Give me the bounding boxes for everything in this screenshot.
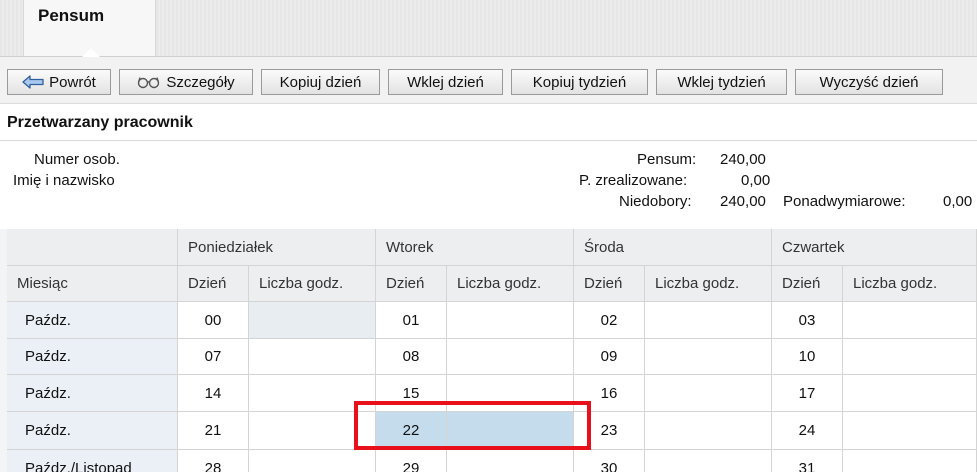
hours-cell[interactable] — [843, 450, 977, 472]
day-header-monday: Poniedziałek — [178, 229, 376, 266]
toolbar: Powrót Szczegóły Kopiuj dzień Wklej dzie… — [0, 57, 977, 104]
paste-week-button[interactable]: Wklej tydzień — [656, 69, 787, 95]
pensum-label: Pensum: — [637, 151, 697, 168]
hours-cell[interactable] — [447, 375, 574, 412]
day-cell: 24 — [772, 412, 843, 450]
hours-cell[interactable] — [645, 450, 772, 472]
hours-cell[interactable] — [249, 412, 376, 450]
day-cell: 02 — [574, 302, 645, 339]
month-cell: Paźdz./Listopad — [7, 450, 178, 472]
day-cell: 14 — [178, 375, 249, 412]
hours-cell[interactable] — [843, 339, 977, 375]
month-cell: Paźdz. — [7, 412, 178, 450]
paste-day-button[interactable]: Wklej dzień — [388, 69, 503, 95]
day-cell: 00 — [178, 302, 249, 339]
day-cell: 21 — [178, 412, 249, 450]
hours-cell[interactable] — [249, 339, 376, 375]
day-cell: 17 — [772, 375, 843, 412]
hours-cell[interactable] — [843, 375, 977, 412]
copy-week-button[interactable]: Kopiuj tydzień — [511, 69, 648, 95]
day-header-wednesday: Środa — [574, 229, 772, 266]
day-cell: 28 — [178, 450, 249, 472]
day-cell: 08 — [376, 339, 447, 375]
day-column-header: Dzień — [376, 266, 447, 302]
hours-cell-selected[interactable] — [447, 412, 574, 450]
clear-day-button[interactable]: Wyczyść dzień — [795, 69, 943, 95]
day-column-header: Dzień — [772, 266, 843, 302]
day-cell: 09 — [574, 339, 645, 375]
tab-pensum-label: Pensum — [38, 6, 105, 25]
details-button-label: Szczegóły — [166, 73, 235, 91]
overtime-value: 0,00 — [943, 193, 973, 210]
day-cell: 30 — [574, 450, 645, 472]
back-button[interactable]: Powrót — [7, 69, 111, 95]
details-button[interactable]: Szczegóły — [119, 69, 253, 95]
shortage-label: Niedobory: — [619, 193, 692, 210]
back-button-label: Powrót — [49, 73, 96, 91]
day-header-thursday: Czwartek — [772, 229, 977, 266]
month-cell: Paźdz. — [7, 339, 178, 375]
hours-cell — [249, 302, 376, 339]
overtime-label: Ponadwymiarowe: — [783, 193, 906, 210]
hours-cell[interactable] — [447, 450, 574, 472]
section-title: Przetwarzany pracownik — [7, 114, 193, 131]
day-cell: 10 — [772, 339, 843, 375]
month-column-header: Miesiąc — [7, 266, 178, 302]
hours-cell[interactable] — [249, 450, 376, 472]
day-cell: 31 — [772, 450, 843, 472]
tab-active-indicator — [82, 48, 100, 57]
personnel-number-label: Numer osob. — [34, 151, 120, 168]
shortage-value: 240,00 — [720, 193, 766, 210]
hours-cell[interactable] — [843, 302, 977, 339]
corner-header — [7, 229, 178, 266]
hours-cell[interactable] — [843, 412, 977, 450]
day-cell: 03 — [772, 302, 843, 339]
hours-column-header: Liczba godz. — [843, 266, 977, 302]
day-cell: 29 — [376, 450, 447, 472]
hours-cell[interactable] — [645, 339, 772, 375]
copy-day-button[interactable]: Kopiuj dzień — [261, 69, 380, 95]
tab-bar: Pensum — [0, 0, 977, 57]
hours-column-header: Liczba godz. — [249, 266, 376, 302]
hours-column-header: Liczba godz. — [447, 266, 574, 302]
hours-cell[interactable] — [447, 339, 574, 375]
glasses-icon — [137, 75, 161, 89]
day-column-header: Dzień — [178, 266, 249, 302]
day-cell: 23 — [574, 412, 645, 450]
month-cell: Paźdz. — [7, 302, 178, 339]
hours-cell[interactable] — [645, 302, 772, 339]
month-cell: Paźdz. — [7, 375, 178, 412]
full-name-label: Imię i nazwisko — [13, 172, 115, 189]
day-cell: 01 — [376, 302, 447, 339]
realized-value: 0,00 — [741, 172, 771, 189]
schedule-grid: Poniedziałek Wtorek Środa Czwartek Miesi… — [0, 229, 977, 472]
hours-cell[interactable] — [249, 375, 376, 412]
day-cell: 07 — [178, 339, 249, 375]
hours-cell[interactable] — [645, 412, 772, 450]
day-cell-selected[interactable]: 22 — [376, 412, 447, 450]
day-column-header: Dzień — [574, 266, 645, 302]
hours-cell[interactable] — [645, 375, 772, 412]
hours-column-header: Liczba godz. — [645, 266, 772, 302]
tab-pensum[interactable]: Pensum — [23, 0, 156, 57]
day-cell: 15 — [376, 375, 447, 412]
day-header-tuesday: Wtorek — [376, 229, 574, 266]
pensum-value: 240,00 — [720, 151, 766, 168]
employee-info-panel: Numer osob. Imię i nazwisko Pensum: 240,… — [0, 140, 977, 226]
left-arrow-icon — [22, 75, 44, 89]
day-cell: 16 — [574, 375, 645, 412]
realized-label: P. zrealizowane: — [579, 172, 688, 189]
hours-cell[interactable] — [447, 302, 574, 339]
